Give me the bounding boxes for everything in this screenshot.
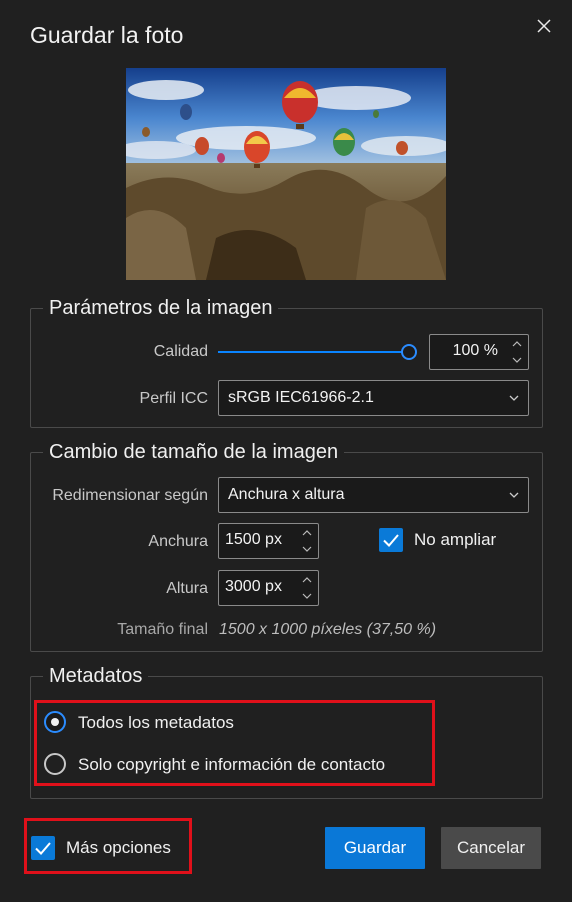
quality-slider-track[interactable] [218,351,402,353]
chevron-down-icon[interactable] [301,544,313,554]
resize-by-value: Anchura x altura [228,486,345,503]
chevron-down-icon[interactable] [301,591,313,601]
save-photo-dialog: Guardar la foto Parámetros de la imagen … [0,0,572,902]
height-label: Altura [166,580,208,597]
checkmark-icon [35,842,51,855]
radio-copyright-only-label: Solo copyright e información de contacto [78,755,386,774]
resize-legend: Cambio de tamaño de la imagen [49,441,339,463]
icc-profile-value: sRGB IEC61966-2.1 [228,389,374,406]
chevron-down-icon [509,492,519,498]
chevron-up-icon[interactable] [301,528,313,538]
icc-profile-label: Perfil ICC [139,390,208,407]
cancel-button[interactable]: Cancelar [441,827,541,869]
close-icon [537,19,551,33]
save-button[interactable]: Guardar [325,827,425,869]
radio-copyright-only[interactable] [44,753,66,775]
no-enlarge-checkbox[interactable] [379,528,403,552]
quality-slider-thumb[interactable] [401,344,417,360]
width-value: 1500 px [225,531,282,548]
chevron-down-icon[interactable] [511,355,523,365]
balloon-landscape-image [126,68,446,280]
width-label: Anchura [148,533,208,550]
icc-profile-select[interactable]: sRGB IEC61966-2.1 [218,380,529,416]
checkmark-icon [383,534,399,547]
final-size-label: Tamaño final [117,621,208,638]
final-size-value: 1500 x 1000 píxeles (37,50 %) [219,621,437,638]
no-enlarge-label: No ampliar [414,530,497,549]
quality-label: Calidad [153,343,208,360]
resize-by-select[interactable]: Anchura x altura [218,477,529,513]
chevron-up-icon[interactable] [301,575,313,585]
radio-all-metadata-label: Todos los metadatos [78,713,234,732]
more-options-label: Más opciones [66,838,171,857]
photo-preview [126,68,446,280]
quality-stepper[interactable]: 100 % [429,334,529,370]
height-value: 3000 px [225,578,282,595]
chevron-up-icon[interactable] [511,339,523,349]
dialog-title: Guardar la foto [30,22,184,48]
image-params-legend: Parámetros de la imagen [49,297,273,319]
more-options-checkbox[interactable] [31,836,55,860]
radio-all-metadata[interactable] [44,711,66,733]
close-button[interactable] [534,16,554,36]
metadata-legend: Metadatos [49,665,143,687]
height-stepper[interactable]: 3000 px [218,570,319,606]
quality-value: 100 % [452,342,498,359]
width-stepper[interactable]: 1500 px [218,523,319,559]
chevron-down-icon [509,395,519,401]
resize-by-label: Redimensionar según [52,487,208,504]
